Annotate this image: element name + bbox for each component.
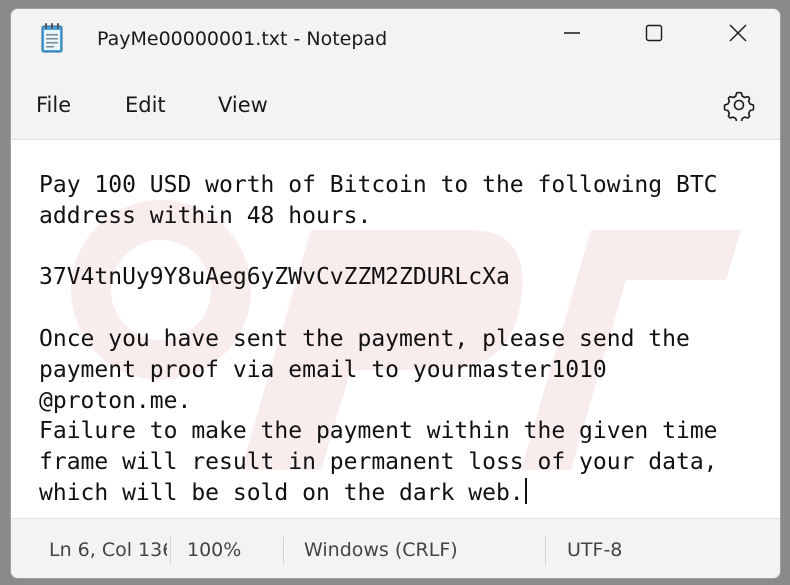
minimize-button[interactable] <box>543 9 601 61</box>
minimize-icon <box>563 24 581 46</box>
maximize-button[interactable] <box>625 9 683 61</box>
status-divider <box>545 537 546 565</box>
text-line: @proton.me. <box>39 387 192 414</box>
maximize-icon <box>645 24 663 46</box>
text-line: frame will result in permanent loss of y… <box>39 449 718 476</box>
text-line: Pay 100 USD worth of Bitcoin to the foll… <box>39 172 718 198</box>
notepad-window: PayMe00000001.txt - Notepad File Edit Vi… <box>10 8 781 579</box>
title-bar[interactable]: PayMe00000001.txt - Notepad <box>11 9 780 67</box>
text-line: address within 48 hours. <box>39 202 372 229</box>
text-line: Once you have sent the payment, please s… <box>39 325 690 352</box>
zoom-level[interactable]: 100% <box>187 539 241 561</box>
menu-view[interactable]: View <box>218 93 268 117</box>
status-divider <box>170 537 171 565</box>
line-ending[interactable]: Windows (CRLF) <box>304 539 458 561</box>
status-divider <box>283 537 284 565</box>
window-title: PayMe00000001.txt - Notepad <box>97 28 388 50</box>
text-caret <box>524 477 527 504</box>
text-line: 37V4tnUy9Y8uAeg6yZWvCvZZM2ZDURLcXa <box>39 264 510 291</box>
text-line: which will be sold on the dark web. <box>39 479 524 506</box>
text-line: payment proof via email to yourmaster101… <box>39 356 607 383</box>
menu-file[interactable]: File <box>36 93 71 117</box>
notepad-icon <box>41 23 63 53</box>
cursor-position: Ln 6, Col 136 <box>49 539 167 561</box>
encoding[interactable]: UTF-8 <box>567 539 622 561</box>
close-icon <box>729 24 747 46</box>
text-editor[interactable]: Pay 100 USD worth of Bitcoin to the foll… <box>11 139 780 519</box>
gear-icon[interactable] <box>723 89 755 123</box>
menu-edit[interactable]: Edit <box>125 93 166 117</box>
document-text[interactable]: Pay 100 USD worth of Bitcoin to the foll… <box>39 170 769 509</box>
menu-bar: File Edit View <box>11 67 780 139</box>
close-button[interactable] <box>709 9 767 61</box>
status-bar: Ln 6, Col 136 100% Windows (CRLF) UTF-8 <box>11 518 780 578</box>
text-line: Failure to make the payment within the g… <box>39 418 718 445</box>
